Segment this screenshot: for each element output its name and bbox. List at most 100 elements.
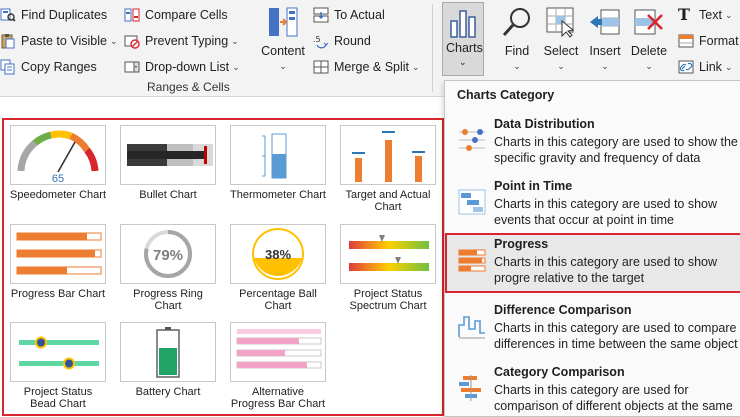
project-status-bead-chart-tile[interactable]: Project Status Bead Chart [10,322,106,410]
svg-text:.5: .5 [313,35,321,44]
compare-cells-button[interactable]: Compare Cells [124,5,228,25]
bullet-chart-tile[interactable]: Bullet Chart [120,125,216,201]
insert-button[interactable]: Insert ⌄ [580,6,630,72]
charts-label: Charts [446,41,483,55]
merge-split-icon [313,60,329,74]
text-button[interactable]: T Text ⌄ [678,5,732,25]
group-label-ranges-cells: Ranges & Cells [147,80,230,94]
find-duplicates-icon [0,8,16,22]
menu-item-difference-comparison[interactable]: Difference Comparison Charts in this cat… [445,299,740,359]
round-icon: .5 [313,35,329,49]
compare-cells-label: Compare Cells [145,8,228,22]
data-distribution-icon [459,129,485,151]
chevron-down-icon: ⌄ [724,61,733,72]
dropdown-list-button[interactable]: Drop-down List ⌄ [124,57,240,77]
battery-thumbnail [120,322,216,382]
to-actual-button[interactable]: To Actual [313,5,385,25]
menu-item-point-in-time[interactable]: Point in Time Charts in this category ar… [445,175,740,235]
magnifier-icon [502,8,530,37]
delete-icon [634,9,663,35]
chevron-down-icon: ⌄ [279,61,287,71]
chevron-down-icon: ⌄ [724,9,733,20]
copy-ranges-button[interactable]: Copy Ranges [0,57,97,77]
format-icon [678,34,694,48]
content-button[interactable]: Content ⌄ [257,6,309,72]
select-button[interactable]: Select ⌄ [536,6,586,72]
menu-item-title: Category Comparison [494,365,625,379]
round-button[interactable]: .5 Round [313,31,371,51]
category-comparison-icon [459,375,481,401]
project-status-spectrum-thumbnail [340,224,436,284]
text-icon: T [678,5,690,24]
link-button[interactable]: Link ⌄ [678,57,732,77]
compare-cells-icon [124,8,140,22]
target-actual-chart-tile[interactable]: Target and Actual Chart [340,125,436,213]
to-actual-icon [313,7,329,23]
progress-bar-thumbnail [10,224,106,284]
menu-title: Charts Category [457,88,555,102]
target-actual-chart-label: Target and Actual Chart [345,189,431,213]
speedometer-value: 65 [52,173,64,184]
menu-item-data-distribution[interactable]: Data Distribution Charts in this categor… [445,113,740,173]
alternative-progress-bar-thumbnail [230,322,326,382]
progress-bar-chart-label: Progress Bar Chart [10,288,106,300]
thermometer-thumbnail [230,125,326,185]
paste-to-visible-label: Paste to Visible [21,34,107,48]
menu-item-title: Data Distribution [494,117,595,131]
merge-split-label: Merge & Split [334,60,410,74]
alternative-progress-bar-chart-tile[interactable]: Alternative Progress Bar Chart [230,322,326,410]
chevron-down-icon: ⌄ [459,57,467,67]
percentage-ball-chart-tile[interactable]: 38% Percentage Ball Chart [230,224,326,312]
content-label: Content [261,44,305,58]
battery-chart-label: Battery Chart [135,386,201,398]
link-icon [678,60,694,74]
text-label: Text [699,8,722,22]
progress-bar-chart-tile[interactable]: Progress Bar Chart [10,224,106,300]
progress-ring-thumbnail: 79% [120,224,216,284]
find-duplicates-label: Find Duplicates [21,8,108,22]
menu-item-progress[interactable]: Progress Charts in this category are use… [445,233,740,293]
chevron-down-icon: ⌄ [231,35,239,46]
prevent-typing-button[interactable]: Prevent Typing ⌄ [124,31,239,51]
charts-category-menu: Charts Category Data Distribution Charts… [444,80,740,417]
insert-icon [590,9,620,35]
charts-icon [450,10,476,38]
menu-item-title: Progress [494,237,549,251]
project-status-spectrum-chart-label: Project Status Spectrum Chart [349,288,427,312]
progress-ring-chart-tile[interactable]: 79% Progress Ring Chart [120,224,216,312]
menu-item-description: Charts in this category are used to show… [494,135,738,168]
menu-item-category-comparison[interactable]: Category Comparison Charts in this categ… [445,361,740,417]
progress-ring-chart-label: Progress Ring Chart [133,288,203,312]
bullet-chart-label: Bullet Chart [139,189,197,201]
project-status-spectrum-chart-tile[interactable]: Project Status Spectrum Chart [340,224,436,312]
copy-ranges-label: Copy Ranges [21,60,97,74]
chevron-down-icon: ⌄ [109,35,118,46]
select-label: Select [543,44,579,58]
point-in-time-icon [458,189,486,215]
battery-chart-tile[interactable]: Battery Chart [120,322,216,398]
speedometer-thumbnail: 65 [10,125,106,185]
speedometer-chart-label: Speedometer Chart [10,189,106,201]
thermometer-chart-tile[interactable]: Thermometer Chart [230,125,326,201]
speedometer-chart-tile[interactable]: 65 Speedometer Chart [10,125,106,201]
round-label: Round [334,34,371,48]
bullet-thumbnail [120,125,216,185]
chevron-down-icon: ⌄ [412,61,420,72]
paste-to-visible-button[interactable]: Paste to Visible ⌄ [0,31,117,51]
delete-button[interactable]: Delete ⌄ [624,6,674,72]
find-duplicates-button[interactable]: Find Duplicates [0,5,107,25]
merge-split-button[interactable]: Merge & Split ⌄ [313,57,420,77]
ribbon-divider [432,4,433,92]
dropdown-list-icon [124,61,140,73]
percentage-ball-value: 38% [265,247,291,262]
menu-item-title: Difference Comparison [494,303,632,317]
chevron-down-icon: ⌄ [645,61,653,71]
dropdown-list-label: Drop-down List [145,60,230,74]
charts-button[interactable]: Charts ⌄ [442,2,484,76]
to-actual-label: To Actual [334,8,385,22]
menu-item-title: Point in Time [494,179,573,193]
content-icon [269,7,298,37]
find-button[interactable]: Find ⌄ [492,6,542,72]
format-button[interactable]: Format ⌄ [678,31,740,51]
menu-item-description: Charts in this category are used to comp… [494,321,738,351]
